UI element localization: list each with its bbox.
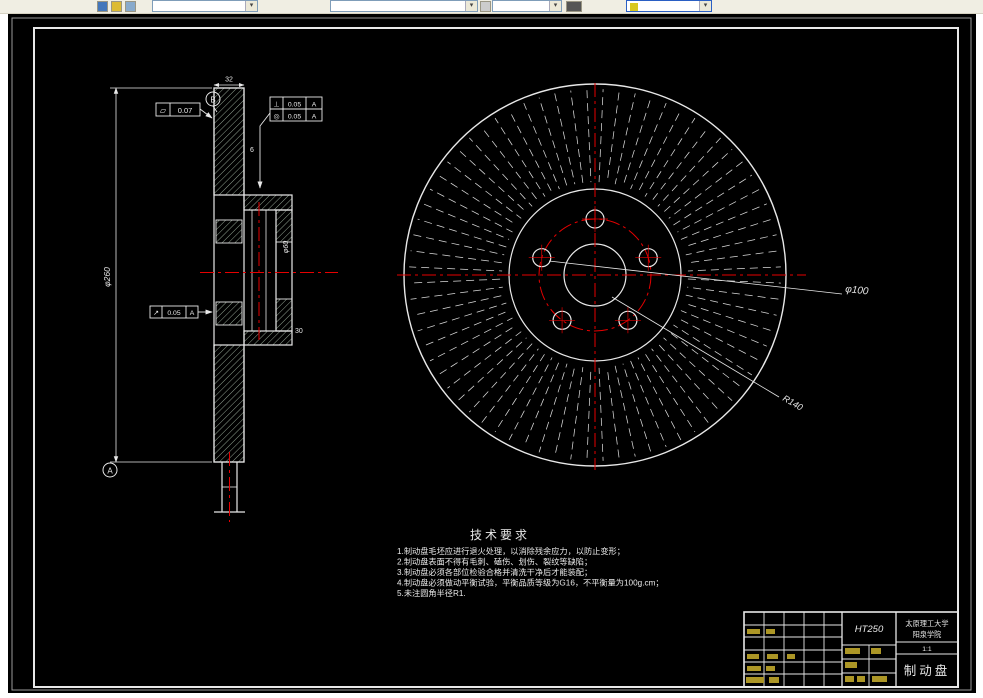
tech-line-4: 4.制动盘必须做动平衡试验，平衡品质等级为G16，不平衡量为100g.cm； [397,578,664,588]
chevron-down-icon[interactable]: ▾ [699,1,711,11]
fcf-runout-datum: A [190,310,195,317]
tech-line-5: 5.未注圆角半径R1. [397,588,466,598]
tech-line-1: 1.制动盘毛坯应进行退火处理，以消除残余应力，以防止变形； [397,546,625,556]
cad-application-window: ▾ ▾ ▾ ▾ φ260 A B ▱ 0.07 ⊥ 0.05 A ◎ 0.05 … [0,0,983,698]
fcf2-value: 0.05 [288,114,301,121]
datum-b-label: B [210,96,215,105]
fcf2-symbol: ◎ [273,114,279,121]
scale-value: 1:1 [922,646,932,653]
dim-plate: 32 [225,77,233,84]
toolbar-icon-4[interactable] [480,1,491,12]
chevron-down-icon[interactable]: ▾ [245,1,257,11]
fcf2-datum: A [312,114,317,121]
toolbar: ▾ ▾ ▾ ▾ [0,0,983,14]
dim-vent: 6 [250,147,254,154]
toolbar-icon-2[interactable] [111,1,122,12]
dim-hub-dia: φ60 [283,241,290,253]
tech-title: 技术要求 [470,528,530,542]
fcf-flatness-value: 0.07 [178,106,193,115]
fcf1-datum: A [312,102,317,109]
style-combo[interactable]: ▾ [330,0,478,12]
part-name: 制动盘 [904,663,951,678]
school-line1: 太原理工大学 [905,619,948,628]
chevron-down-icon[interactable]: ▾ [465,1,477,11]
drawing-canvas[interactable]: φ260 A B ▱ 0.07 ⊥ 0.05 A ◎ 0.05 A ↗ 0.05… [0,0,983,698]
school-line2: 阳泉学院 [913,630,942,639]
toolbar-icon-1[interactable] [97,1,108,12]
layer-combo[interactable]: ▾ [152,0,258,12]
color-combo[interactable]: ▾ [626,0,712,12]
dim-outer-dia: φ260 [102,267,112,287]
model-space[interactable] [8,13,976,693]
fcf-flatness-symbol: ▱ [160,106,167,115]
chevron-down-icon[interactable]: ▾ [549,1,561,11]
toolbar-icon-3[interactable] [125,1,136,12]
tech-line-2: 2.制动盘表面不得有毛刺、磕伤、划伤、裂纹等缺陷； [397,557,592,567]
datum-a-label: A [107,467,113,476]
fcf1-value: 0.05 [288,102,301,109]
material-label: HT250 [855,624,884,635]
toolbar-icon-5[interactable] [566,1,582,12]
dim-hat-depth: 30 [295,328,303,335]
color-swatch [630,3,638,11]
fcf-runout-symbol: ↗ [153,310,159,317]
fcf1-symbol: ⊥ [273,102,279,109]
linetype-combo[interactable]: ▾ [492,0,562,12]
fcf-runout-value: 0.05 [167,310,180,317]
tech-line-3: 3.制动盘必须各部位检验合格并清洗干净后才能装配； [397,567,592,577]
